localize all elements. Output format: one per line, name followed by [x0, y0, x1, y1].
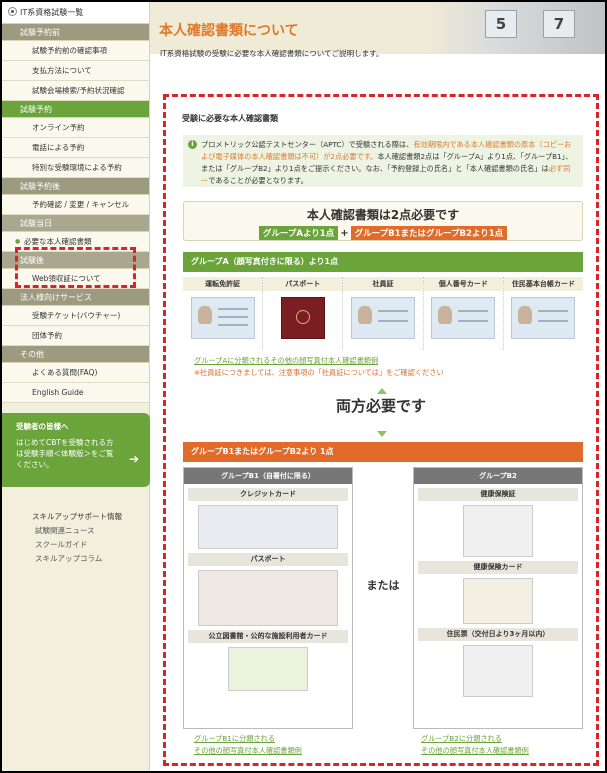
group-a-bar: グループA（顔写真付きに限る）より1点 [183, 252, 583, 272]
group-a-link[interactable]: グループAに分類されるその他の顔写真付本人確認書類例 [194, 355, 444, 367]
passport-image [280, 297, 325, 339]
group-b2-links: グループB2に分類される その他の顔写真付本人確認書類例 [421, 733, 529, 757]
sidebar-section: 試験予約前 [2, 24, 149, 41]
skill-support: スキルアップサポート情報 試験関連ニュース スクールガイド スキルアップコラム [2, 511, 149, 566]
sidebar-section: 試験当日 [2, 215, 149, 232]
group-a-cards: 運転免許証 パスポート 社員証 個人番号カード 住民基本台帳カード [183, 277, 584, 349]
b1-item-label: パスポート [188, 553, 348, 566]
radio-icon [8, 7, 17, 16]
sidebar-item[interactable]: 団体予約 [2, 326, 149, 346]
guide-title: 受験者の皆様へ [16, 422, 69, 431]
skill-link[interactable]: 試験関連ニュース [32, 524, 149, 538]
health-insurance-image [463, 505, 533, 557]
employee-id-image [351, 297, 415, 339]
sidebar-item[interactable]: 試験予約前の確認事項 [2, 41, 149, 61]
my-number-image [431, 297, 496, 339]
b2-item-label: 健康保険カード [418, 561, 578, 574]
sidebar-section: 試験予約 [2, 101, 149, 118]
monitor-image: 5 [485, 10, 517, 38]
b1-item-label: 公立図書館・公的な施設利用者カード [188, 630, 348, 643]
card-my-number: 個人番号カード [423, 277, 504, 349]
library-card-image [228, 647, 308, 691]
skill-heading: スキルアップサポート情報 [32, 512, 122, 521]
group-b-tag: グループB1またはグループB2より1点 [350, 226, 508, 240]
sidebar-section: その他 [2, 346, 149, 363]
page-header: 本人確認書類について 5 7 [150, 2, 605, 54]
intro-text: IT系資格試験の受験に必要な本人確認書類についてご説明します。 [160, 49, 384, 58]
group-b2-header: グループB2 [414, 468, 582, 484]
resident-card-image [511, 297, 576, 339]
arrow-down-icon [377, 431, 387, 437]
highlight-box [15, 247, 136, 288]
content-box: 受験に必要な本人確認書類 i プロメトリック公認テストセンター（APTC）で受験… [163, 94, 599, 766]
sidebar-item[interactable]: English Guide [2, 383, 149, 403]
sidebar-section: 試験予約後 [2, 178, 149, 195]
skill-link[interactable]: スクールガイド [32, 538, 149, 552]
b2-item-label: 健康保険証 [418, 488, 578, 501]
monitor-image: 7 [543, 10, 575, 38]
sidebar: IT系資格試験一覧 試験予約前 試験予約前の確認事項 支払方法について 試験会場… [2, 2, 150, 771]
group-b1-link[interactable]: その他の顔写真付本人確認書類例 [194, 745, 302, 757]
card-drivers-license: 運転免許証 [183, 277, 264, 349]
credit-card-image [198, 505, 338, 549]
notice-box: i プロメトリック公認テストセンター（APTC）で受験される際は、有効期限内であ… [183, 135, 583, 187]
guide-desc: はじめてCBTを受験される方は受験手順＜体験版＞をご覧ください。 [16, 438, 114, 469]
section-heading: 受験に必要な本人確認書類 [182, 114, 278, 123]
sidebar-item[interactable]: 電話による予約 [2, 138, 149, 158]
group-b-bar: グループB1またはグループB2より 1点 [183, 442, 583, 462]
group-b2-column: グループB2 健康保険証 健康保険カード 住民票（交付日より3ヶ月以内） [413, 467, 583, 729]
card-passport: パスポート [263, 277, 344, 349]
card-employee-id: 社員証 [343, 277, 424, 349]
group-a-links: グループAに分類されるその他の顔写真付本人確認書類例 ※社員証につきましては、注… [194, 355, 444, 379]
resident-certificate-image [463, 645, 533, 697]
sidebar-item[interactable]: 試験会場検索/予約状況確認 [2, 81, 149, 101]
b1-item-label: クレジットカード [188, 488, 348, 501]
cbt-guide-box[interactable]: 受験者の皆様へ はじめてCBTを受験される方は受験手順＜体験版＞をご覧ください。… [2, 413, 150, 487]
or-label: または [366, 579, 400, 592]
sidebar-item[interactable]: よくある質問(FAQ) [2, 363, 149, 383]
skill-link[interactable]: スキルアップコラム [32, 552, 149, 566]
passport-image [198, 570, 338, 626]
group-a-note: ※社員証につきましては、注意事項の「社員証については」をご確認ください [194, 368, 444, 377]
requirement-banner: 本人確認書類は2点必要です グループAより1点 + グループB1またはグループB2よ… [183, 201, 583, 241]
both-required: 両方必要です [335, 397, 426, 415]
card-resident-register: 住民基本台帳カード [503, 277, 584, 349]
header-photo: 5 7 [425, 2, 605, 54]
group-b2-link[interactable]: その他の顔写真付本人確認書類例 [421, 745, 529, 757]
sidebar-section: 法人様向けサービス [2, 289, 149, 306]
sidebar-item[interactable]: 予約確認 / 変更 / キャンセル [2, 195, 149, 215]
group-a-tag: グループAより1点 [258, 226, 339, 240]
group-b2-link[interactable]: グループB2に分類される [421, 733, 529, 745]
group-b1-column: グループB1（自署付に限る） クレジットカード パスポート 公立図書館・公的な施… [183, 467, 353, 729]
sidebar-item[interactable]: オンライン予約 [2, 118, 149, 138]
sidebar-root[interactable]: IT系資格試験一覧 [2, 2, 149, 24]
group-b1-links: グループB1に分類される その他の顔写真付本人確認書類例 [194, 733, 302, 757]
group-b1-link[interactable]: グループB1に分類される [194, 733, 302, 745]
info-icon: i [188, 140, 197, 149]
group-b1-header: グループB1（自署付に限る） [184, 468, 352, 484]
sidebar-item[interactable]: 特別な受験環境による予約 [2, 158, 149, 178]
plus-icon: + [340, 228, 349, 239]
banner-title: 本人確認書類は2点必要です [306, 208, 460, 222]
license-image [190, 297, 255, 339]
insurance-card-image [463, 578, 533, 624]
main-content: 本人確認書類について 5 7 IT系資格試験の受験に必要な本人確認書類についてご… [150, 2, 605, 771]
sidebar-item[interactable]: 受験チケット(バウチャー) [2, 306, 149, 326]
arrow-up-icon [377, 388, 387, 394]
page-title: 本人確認書類について [159, 23, 299, 39]
b2-item-label: 住民票（交付日より3ヶ月以内） [418, 628, 578, 641]
sidebar-item[interactable]: 支払方法について [2, 61, 149, 81]
arrow-icon: ➔ [128, 452, 140, 466]
